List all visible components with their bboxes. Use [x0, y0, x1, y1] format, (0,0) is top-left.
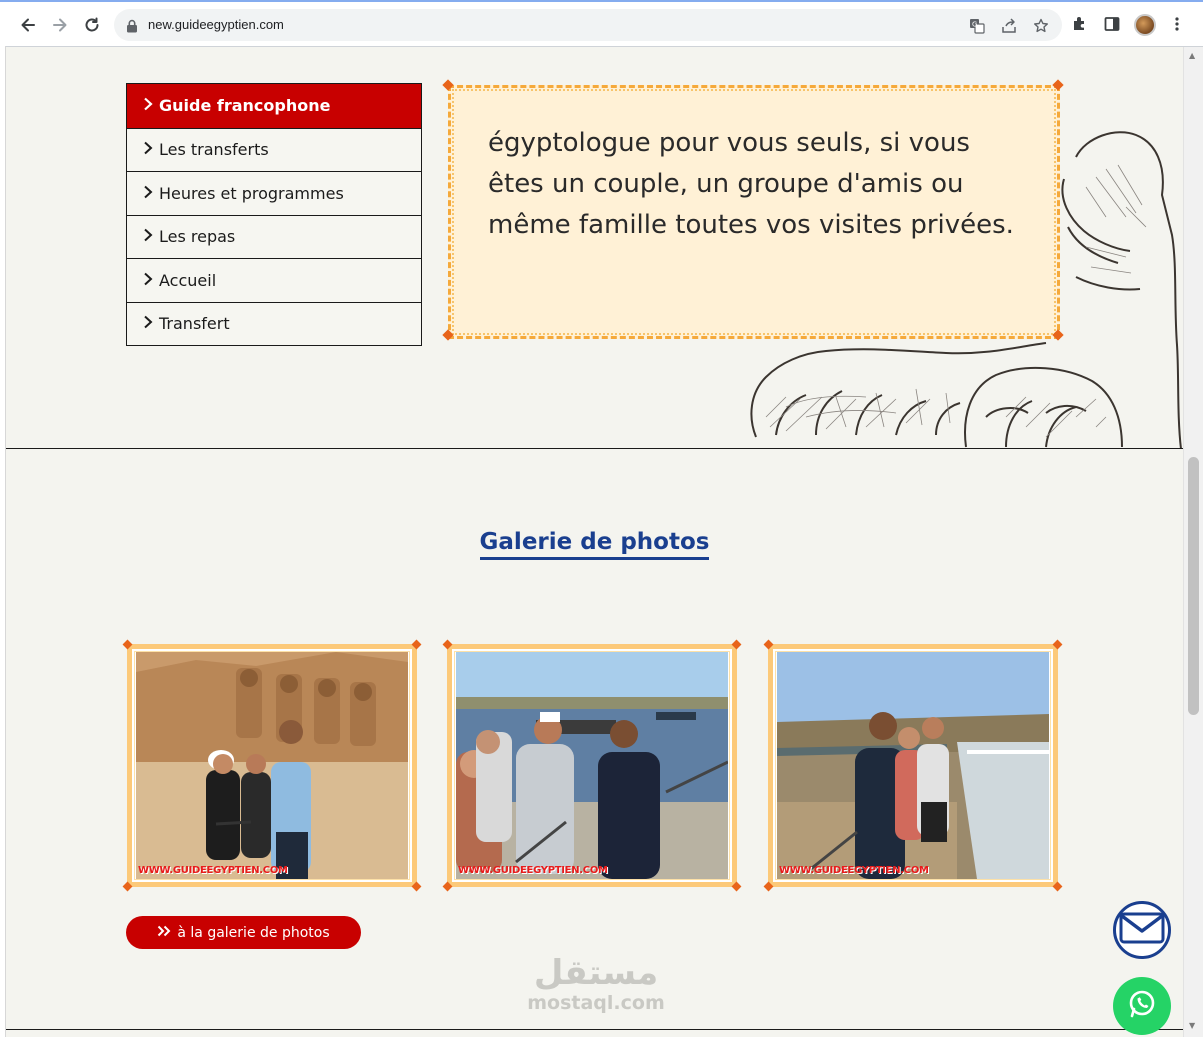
translate-icon[interactable]: G: [968, 17, 986, 35]
address-url[interactable]: new.guideegyptien.com: [148, 17, 284, 32]
sidebar-item-label: Les repas: [159, 227, 236, 247]
chevron-right-icon: [143, 96, 155, 115]
double-chevron-right-icon: [157, 925, 171, 941]
extensions-icon[interactable]: [1070, 14, 1090, 34]
lock-icon[interactable]: [126, 18, 138, 37]
gallery-photo-abu-simbel[interactable]: WWW.GUIDEEGYPTIEN.COM: [122, 639, 422, 892]
sidebar-item-guide-francophone[interactable]: Guide francophone: [127, 84, 421, 128]
sidebar-menu: Guide francophone Les transferts Heures …: [126, 83, 422, 346]
browser-chrome: new.guideegyptien.com G: [0, 0, 1203, 46]
frame-corner-ornament: [1052, 881, 1063, 892]
page-content: Guide francophone Les transferts Heures …: [6, 47, 1183, 1037]
chevron-right-icon: [143, 271, 155, 290]
address-bar[interactable]: new.guideegyptien.com G: [114, 9, 1062, 41]
forward-arrow-icon[interactable]: [49, 14, 71, 36]
sidebar-item-label: Heures et programmes: [159, 183, 344, 203]
sidebar-item-label: Guide francophone: [159, 96, 331, 116]
gallery-photo-waterfall[interactable]: WWW.GUIDEEGYPTIEN.COM: [763, 639, 1063, 892]
sidebar-item-les-transferts[interactable]: Les transferts: [127, 127, 421, 171]
whatsapp-icon: [1126, 988, 1158, 1024]
photo-image[interactable]: WWW.GUIDEEGYPTIEN.COM: [136, 652, 408, 879]
sidebar-item-label: Transfert: [159, 314, 230, 334]
gallery-photo-river[interactable]: WWW.GUIDEEGYPTIEN.COM: [442, 639, 742, 892]
section-divider: [6, 448, 1183, 449]
scroll-up-arrow-icon[interactable]: ▲: [1189, 51, 1195, 60]
chevron-right-icon: [143, 314, 155, 333]
sidebar-item-transfert[interactable]: Transfert: [127, 301, 421, 345]
whatsapp-contact-button[interactable]: [1113, 977, 1171, 1035]
sidebar-item-label: Accueil: [159, 270, 217, 290]
browser-toolbar: new.guideegyptien.com G: [0, 2, 1203, 46]
svg-text:G: G: [972, 21, 977, 29]
photo-image[interactable]: WWW.GUIDEEGYPTIEN.COM: [777, 652, 1049, 879]
frame-corner-ornament: [731, 881, 742, 892]
profile-avatar[interactable]: [1134, 14, 1156, 36]
scrollbar-thumb[interactable]: [1188, 457, 1199, 715]
menu-dots-icon[interactable]: [1167, 14, 1187, 34]
page-scrollbar[interactable]: ▲ ▼: [1183, 47, 1203, 1037]
back-arrow-icon[interactable]: [17, 14, 39, 36]
reload-icon[interactable]: [81, 14, 103, 36]
chevron-right-icon: [143, 140, 155, 159]
gallery-link-label: à la galerie de photos: [177, 924, 330, 941]
email-contact-button[interactable]: [1113, 901, 1171, 959]
chevron-right-icon: [143, 184, 155, 203]
footer-divider: [6, 1029, 1183, 1030]
intro-paragraph: égyptologue pour vous seuls, si vous ête…: [488, 128, 1014, 240]
scroll-down-arrow-icon[interactable]: ▼: [1189, 1021, 1195, 1030]
photo-watermark: WWW.GUIDEEGYPTIEN.COM: [458, 865, 608, 876]
sidebar-item-accueil[interactable]: Accueil: [127, 258, 421, 302]
photo-image[interactable]: WWW.GUIDEEGYPTIEN.COM: [456, 652, 728, 879]
mostaql-watermark: مستقل mostaql.com: [516, 953, 676, 1013]
frame-corner-ornament: [411, 881, 422, 892]
share-icon[interactable]: [1000, 17, 1018, 35]
gallery-title-text[interactable]: Galerie de photos: [479, 529, 710, 560]
mostaql-watermark-arabic: مستقل: [533, 953, 659, 993]
sidebar-item-heures-et-programmes[interactable]: Heures et programmes: [127, 171, 421, 215]
mostaql-watermark-latin: mostaql.com: [527, 992, 665, 1014]
sidebar-item-les-repas[interactable]: Les repas: [127, 214, 421, 258]
gallery-heading: Galerie de photos: [6, 527, 1183, 560]
mail-icon: [1119, 912, 1165, 948]
sidebar-icon[interactable]: [1102, 14, 1122, 34]
chevron-right-icon: [143, 227, 155, 246]
sidebar-item-label: Les transferts: [159, 140, 269, 160]
gallery-link-button[interactable]: à la galerie de photos: [126, 916, 361, 949]
photo-watermark: WWW.GUIDEEGYPTIEN.COM: [138, 865, 288, 876]
star-icon[interactable]: [1032, 17, 1050, 35]
photo-watermark: WWW.GUIDEEGYPTIEN.COM: [779, 865, 929, 876]
